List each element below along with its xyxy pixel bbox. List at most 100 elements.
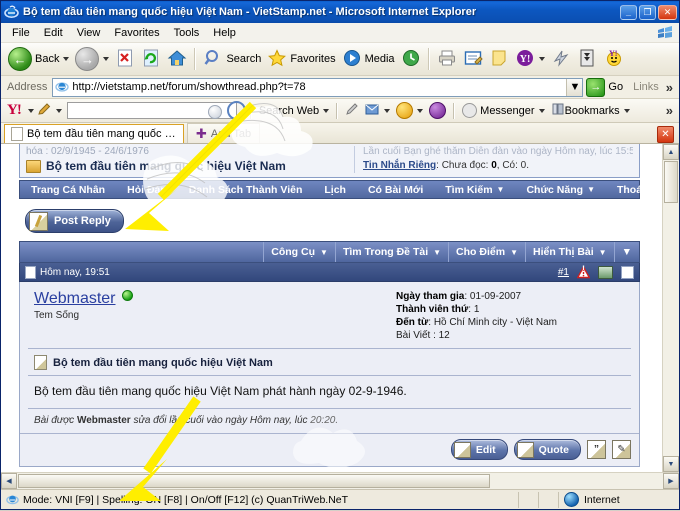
menu-tools[interactable]: Tools <box>167 25 207 41</box>
history-icon <box>401 48 421 71</box>
scroll-up-button[interactable]: ▲ <box>663 144 679 160</box>
breadcrumb: hóa : 02/9/1945 - 24/6/1976 Bộ tem đầu t… <box>26 146 354 173</box>
yahoo-mail-button[interactable] <box>362 102 393 119</box>
toolbar-overflow-icon[interactable]: » <box>663 80 676 95</box>
menu-favorites[interactable]: Favorites <box>107 25 166 41</box>
favorites-label: Favorites <box>290 53 336 65</box>
thread-tool-hien-thi-bai[interactable]: Hiển Thị Bài ▼ <box>524 242 614 262</box>
quote-button[interactable]: Quote <box>513 439 581 460</box>
thread-tool-more[interactable]: ▼ <box>613 242 639 262</box>
menu-edit[interactable]: Edit <box>37 25 70 41</box>
warning-icon[interactable] <box>576 264 591 279</box>
nav-thoat[interactable]: Thoát <box>606 184 657 196</box>
edit-icon <box>453 441 471 458</box>
messenger-button[interactable] <box>548 46 574 72</box>
yahoo-highlight-button[interactable] <box>342 102 362 119</box>
notes-button[interactable] <box>486 46 512 72</box>
post-number[interactable]: #1 <box>558 267 569 278</box>
edit-button[interactable]: Edit <box>450 439 508 460</box>
forward-button[interactable]: → <box>72 46 112 72</box>
mail-dropdown-icon[interactable] <box>384 108 391 113</box>
links-label[interactable]: Links <box>629 81 663 93</box>
quick-reply-button[interactable]: ✎ <box>612 440 631 459</box>
yahoo-overflow-icon[interactable]: » <box>663 103 676 118</box>
ie-window: Bộ tem đầu tiên mang quốc hiệu Việt Nam … <box>0 0 680 510</box>
nav-danh-sach-thanh-vien[interactable]: Danh Sách Thành Viên <box>178 184 314 196</box>
yahoo-search-magnifier-icon[interactable] <box>226 101 246 120</box>
search-web-dropdown-icon[interactable] <box>323 108 330 113</box>
user-profile-icon[interactable] <box>598 265 613 279</box>
scroll-left-button[interactable]: ◀ <box>1 473 17 489</box>
history-button[interactable] <box>398 46 424 72</box>
thread-tool-cong-cu[interactable]: Công Cụ ▼ <box>263 242 335 262</box>
address-input[interactable]: http://vietstamp.net/forum/showthread.ph… <box>52 77 584 97</box>
nav-chuc-nang[interactable]: Chức Năng ▼ <box>515 184 606 196</box>
back-button[interactable]: ← Back <box>5 46 72 72</box>
yahoo-search-web-button[interactable]: Search Web <box>256 105 332 117</box>
thread-tool-cho-diem[interactable]: Cho Điểm ▼ <box>448 242 525 262</box>
notes-icon <box>489 48 509 71</box>
menu-file[interactable]: File <box>5 25 37 41</box>
private-message-link[interactable]: Tin Nhắn Riêng <box>363 160 436 171</box>
forward-dropdown-icon[interactable] <box>103 57 110 61</box>
vertical-scroll-thumb[interactable] <box>664 161 678 203</box>
yahoo-button[interactable]: Y! <box>512 46 548 72</box>
menu-view[interactable]: View <box>70 25 108 41</box>
home-button[interactable] <box>164 46 190 72</box>
yahoo-logo[interactable]: Y! <box>4 102 24 119</box>
status-zone-pane: Internet <box>559 492 679 508</box>
pencil-dropdown-icon[interactable] <box>55 108 62 113</box>
edit-page-button[interactable] <box>460 46 486 72</box>
back-dropdown-icon[interactable] <box>63 57 70 61</box>
nav-co-bai-moi[interactable]: Có Bài Mới <box>357 184 434 196</box>
yahoo-search-input[interactable] <box>66 102 237 119</box>
bookmarks-dropdown-icon[interactable] <box>623 108 630 113</box>
edited-mid: sửa đổi lần cuối vào ngày Hôm nay, lúc <box>130 415 311 426</box>
post-reply-button-top[interactable]: Post Reply <box>25 209 124 233</box>
add-tab-button[interactable]: ✚ Add Tab <box>187 123 261 143</box>
nav-tim-kiem[interactable]: Tìm Kiếm ▼ <box>434 184 515 196</box>
search-button[interactable]: Search <box>200 46 264 72</box>
minimize-button[interactable]: _ <box>620 4 637 20</box>
tab-active[interactable]: Bộ tem đầu tiên mang quốc hiệu... <box>4 124 184 143</box>
vertical-scroll-track[interactable] <box>663 160 679 456</box>
address-dropdown-icon[interactable]: ▼ <box>566 78 583 96</box>
breadcrumb-parent[interactable]: hóa : 02/9/1945 - 24/6/1976 <box>26 146 354 157</box>
maximize-button[interactable]: ❐ <box>639 4 656 20</box>
emoticon-button[interactable]: Y! <box>600 46 626 72</box>
close-tab-button[interactable]: ✕ <box>657 126 674 143</box>
horizontal-scroll-track[interactable] <box>17 473 663 489</box>
status-ie-icon <box>6 493 19 506</box>
refresh-button[interactable] <box>138 46 164 72</box>
breadcrumb-box: hóa : 02/9/1945 - 24/6/1976 Bộ tem đầu t… <box>19 144 640 178</box>
nav-hoi-dap[interactable]: Hỏi Đáp <box>116 184 178 196</box>
yahoo-bookmarks-button[interactable]: Bookmarks <box>548 102 633 119</box>
horizontal-scroll-thumb[interactable] <box>18 474 490 488</box>
close-button[interactable]: ✕ <box>658 4 677 20</box>
scroll-right-button[interactable]: ▶ <box>663 473 679 489</box>
media-button[interactable]: Media <box>339 46 398 72</box>
print-button[interactable] <box>434 46 460 72</box>
messenger-dropdown-icon[interactable] <box>538 108 545 113</box>
download-button[interactable] <box>574 46 600 72</box>
yahoo-messenger-button[interactable]: Messenger <box>459 103 547 118</box>
nav-lich[interactable]: Lịch <box>313 184 357 196</box>
stop-button[interactable] <box>112 46 138 72</box>
go-button[interactable]: → Go <box>583 77 629 98</box>
vertical-scrollbar[interactable]: ▲ ▼ <box>662 144 679 472</box>
anti-spy-dropdown-icon[interactable] <box>417 108 424 113</box>
nav-trang-ca-nhan[interactable]: Trang Cá Nhân <box>20 184 116 196</box>
thread-tool-tim-trong-de-tai[interactable]: Tìm Trong Đề Tài ▼ <box>334 242 448 262</box>
scroll-down-button[interactable]: ▼ <box>663 456 679 472</box>
go-arrow-icon: → <box>586 77 606 97</box>
multiquote-button[interactable]: ” <box>587 440 606 459</box>
yahoo-dropdown-icon[interactable] <box>538 57 545 61</box>
horizontal-scrollbar[interactable]: ◀ ▶ <box>1 472 679 489</box>
menu-help[interactable]: Help <box>206 25 243 41</box>
select-post-checkbox[interactable] <box>621 265 634 279</box>
post-author-name[interactable]: Webmaster <box>34 290 116 307</box>
yahoo-anti-spy-button[interactable] <box>393 102 426 119</box>
favorites-button[interactable]: Favorites <box>264 46 338 72</box>
yahoo-pencil-button[interactable] <box>34 102 65 120</box>
yahoo-personals-button[interactable] <box>426 102 449 119</box>
